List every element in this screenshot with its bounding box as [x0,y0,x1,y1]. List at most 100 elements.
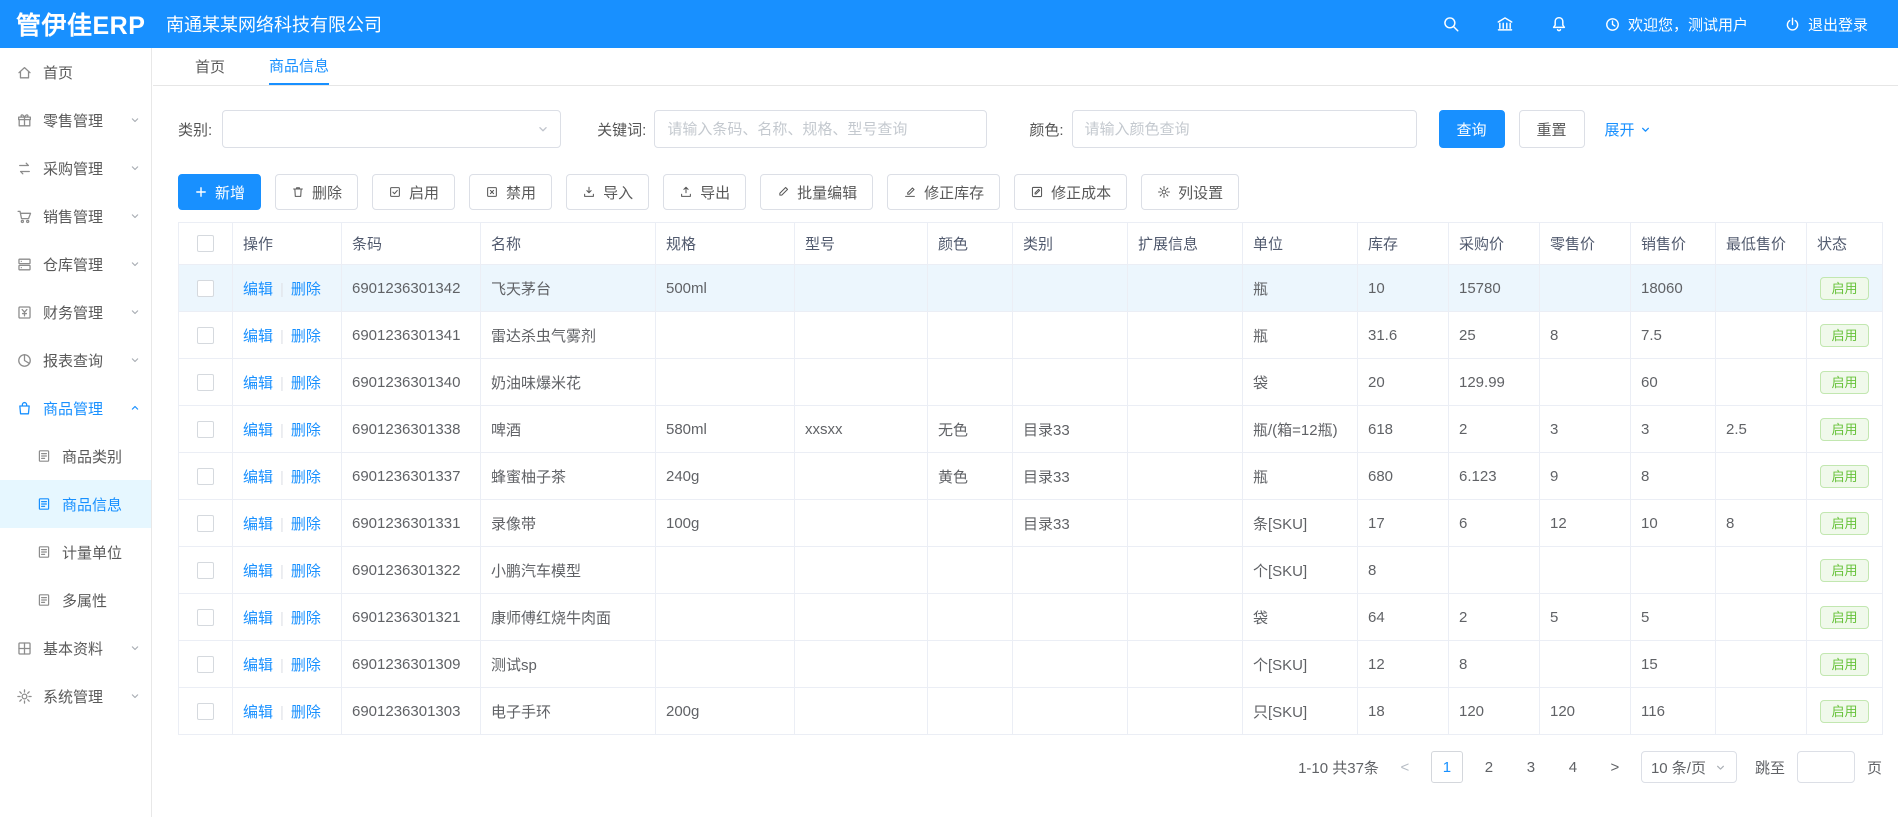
row-checkbox[interactable] [197,703,214,720]
home-portal-icon[interactable] [1496,15,1514,33]
tab-home[interactable]: 首页 [195,48,225,85]
search-icon[interactable] [1442,15,1460,33]
search-button[interactable]: 查询 [1439,110,1505,148]
sidebar-item-basic-data[interactable]: 基本资料 [0,624,151,672]
sidebar-item-finance[interactable]: 财务管理 [0,288,151,336]
edit-link[interactable]: 编辑 [243,563,273,580]
add-button[interactable]: 新增 [178,174,261,210]
cell-purchase: 120 [1449,688,1540,735]
sidebar-item-goods[interactable]: 商品管理 [0,384,151,432]
delete-link[interactable]: 删除 [291,328,321,345]
edit-link[interactable]: 编辑 [243,610,273,627]
edit-link[interactable]: 编辑 [243,422,273,439]
power-icon [1784,16,1801,33]
cell-ext [1128,594,1243,641]
row-checkbox[interactable] [197,280,214,297]
welcome-user[interactable]: 欢迎您，测试用户 [1604,14,1748,35]
select-all-checkbox[interactable] [197,235,214,252]
row-checkbox[interactable] [197,421,214,438]
document-icon [36,544,52,560]
page-size-select[interactable]: 10 条/页 [1641,751,1737,783]
delete-link[interactable]: 删除 [291,704,321,721]
status-badge[interactable]: 启用 [1820,653,1868,676]
import-button[interactable]: 导入 [566,174,649,210]
cell-retail: 120 [1540,688,1631,735]
reset-button[interactable]: 重置 [1519,110,1585,148]
sidebar-item-reports[interactable]: 报表查询 [0,336,151,384]
col-status: 状态 [1807,223,1883,265]
export-button[interactable]: 导出 [663,174,746,210]
column-settings-button[interactable]: 列设置 [1141,174,1239,210]
row-checkbox[interactable] [197,656,214,673]
sidebar-item-units[interactable]: 计量单位 [0,528,151,576]
status-badge[interactable]: 启用 [1820,324,1868,347]
sidebar-item-home[interactable]: 首页 [0,48,151,96]
gift-icon [16,112,33,129]
prev-page-button[interactable]: < [1389,751,1421,783]
page-button-4[interactable]: 4 [1557,751,1589,783]
cell-spec [656,547,795,594]
keyword-input[interactable] [654,110,987,148]
status-badge[interactable]: 启用 [1820,418,1868,441]
sidebar-item-attributes[interactable]: 多属性 [0,576,151,624]
status-badge[interactable]: 启用 [1820,606,1868,629]
disable-button[interactable]: 禁用 [469,174,552,210]
edit-link[interactable]: 编辑 [243,281,273,298]
delete-link[interactable]: 删除 [291,281,321,298]
edit-link[interactable]: 编辑 [243,657,273,674]
sidebar-item-warehouse[interactable]: 仓库管理 [0,240,151,288]
sidebar-item-purchase[interactable]: 采购管理 [0,144,151,192]
expand-link[interactable]: 展开 [1605,119,1652,140]
delete-link[interactable]: 删除 [291,469,321,486]
row-checkbox[interactable] [197,468,214,485]
enable-button[interactable]: 启用 [372,174,455,210]
sidebar-item-sales[interactable]: 销售管理 [0,192,151,240]
batch-edit-button[interactable]: 批量编辑 [760,174,873,210]
status-badge[interactable]: 启用 [1820,465,1868,488]
row-checkbox[interactable] [197,609,214,626]
category-select[interactable] [222,110,561,148]
delete-link[interactable]: 删除 [291,375,321,392]
delete-link[interactable]: 删除 [291,657,321,674]
row-checkbox[interactable] [197,562,214,579]
delete-link[interactable]: 删除 [291,422,321,439]
sidebar-item-system[interactable]: 系统管理 [0,672,151,720]
page-button-1[interactable]: 1 [1431,751,1463,783]
sidebar-label: 仓库管理 [43,254,103,275]
jump-page-input[interactable] [1797,751,1855,783]
fix-cost-button[interactable]: 修正成本 [1014,174,1127,210]
fix-stock-button[interactable]: 修正库存 [887,174,1000,210]
cell-sale: 15 [1631,641,1716,688]
status-badge[interactable]: 启用 [1820,559,1868,582]
delete-link[interactable]: 删除 [291,516,321,533]
row-checkbox[interactable] [197,327,214,344]
sidebar-label: 计量单位 [62,542,122,563]
status-badge[interactable]: 启用 [1820,277,1868,300]
logout-button[interactable]: 退出登录 [1784,14,1868,35]
sidebar-item-goods-category[interactable]: 商品类别 [0,432,151,480]
edit-link[interactable]: 编辑 [243,704,273,721]
sidebar-item-goods-info[interactable]: 商品信息 [0,480,151,528]
table-row: 编辑|删除 6901236301322 小鹏汽车模型 个[SKU] 8 [179,547,1883,594]
tab-goods-info[interactable]: 商品信息 [269,48,329,85]
cell-retail: 8 [1540,312,1631,359]
page-button-3[interactable]: 3 [1515,751,1547,783]
edit-link[interactable]: 编辑 [243,375,273,392]
delete-button[interactable]: 删除 [275,174,358,210]
delete-link[interactable]: 删除 [291,563,321,580]
status-badge[interactable]: 启用 [1820,371,1868,394]
delete-link[interactable]: 删除 [291,610,321,627]
row-checkbox[interactable] [197,374,214,391]
page-button-2[interactable]: 2 [1473,751,1505,783]
next-page-button[interactable]: > [1599,751,1631,783]
edit-link[interactable]: 编辑 [243,516,273,533]
sidebar-item-retail[interactable]: 零售管理 [0,96,151,144]
edit-link[interactable]: 编辑 [243,469,273,486]
edit-link[interactable]: 编辑 [243,328,273,345]
status-badge[interactable]: 启用 [1820,700,1868,723]
bell-icon[interactable] [1550,15,1568,33]
row-checkbox[interactable] [197,515,214,532]
status-badge[interactable]: 启用 [1820,512,1868,535]
cell-model [795,359,928,406]
color-input[interactable] [1072,110,1417,148]
